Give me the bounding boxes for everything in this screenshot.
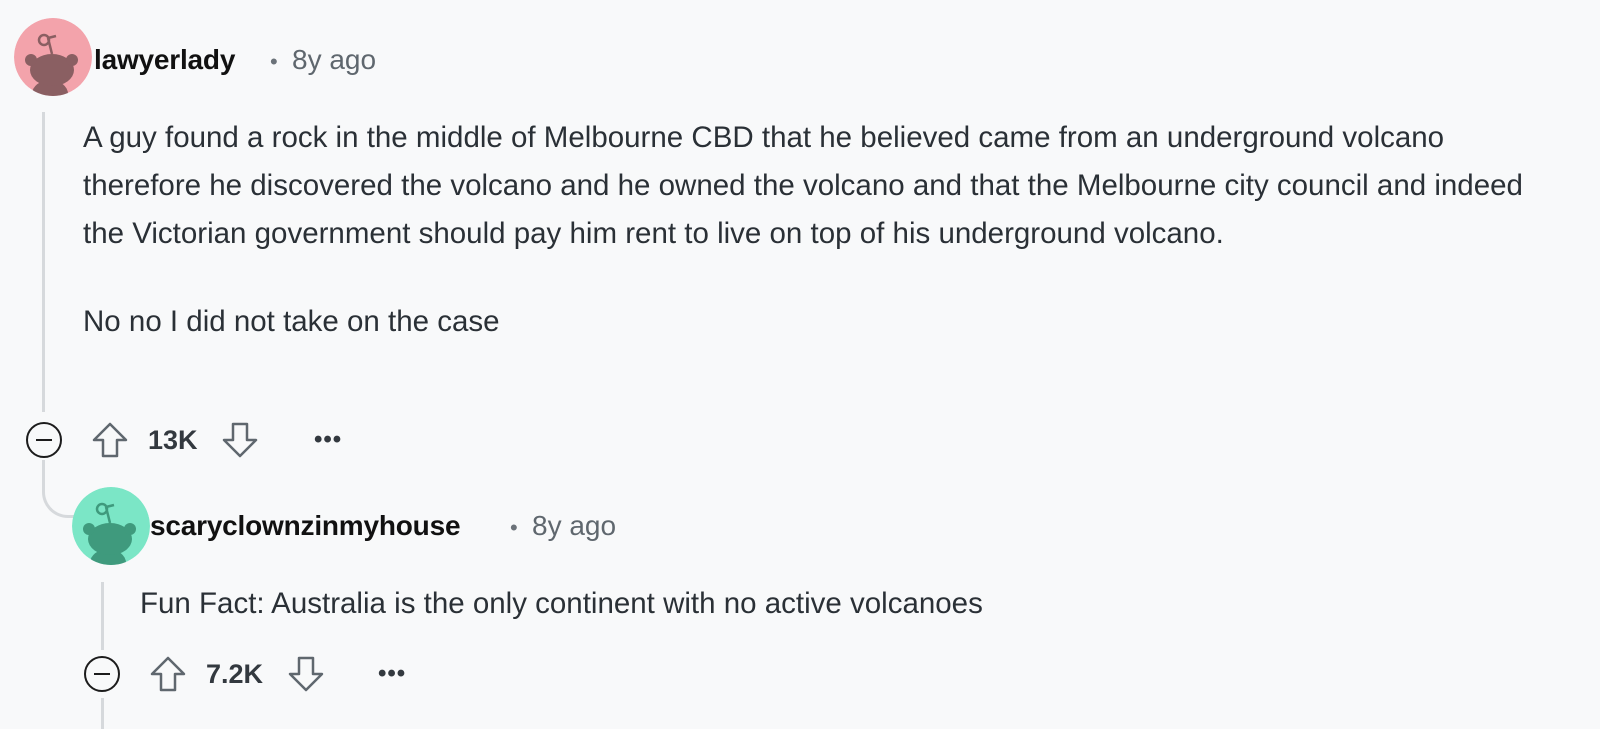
comment-body: A guy found a rock in the middle of Melb… (83, 114, 1563, 346)
comment-paragraph: A guy found a rock in the middle of Melb… (83, 121, 1523, 250)
username[interactable]: lawyerlady (94, 44, 235, 76)
avatar[interactable] (72, 487, 150, 565)
collapse-icon[interactable] (26, 422, 62, 458)
downvote-icon[interactable] (220, 420, 260, 460)
username[interactable]: scaryclownzinmyhouse (150, 510, 461, 542)
snoo-avatar-icon (14, 18, 92, 96)
comment-paragraph: Fun Fact: Australia is the only continen… (140, 587, 983, 620)
collapse-icon[interactable] (84, 656, 120, 692)
more-options-button[interactable]: ••• (378, 660, 406, 688)
timestamp[interactable]: 8y ago (292, 44, 376, 76)
vote-count: 13K (148, 425, 198, 455)
downvote-icon[interactable] (286, 654, 326, 694)
timestamp[interactable]: 8y ago (532, 510, 616, 542)
upvote-icon[interactable] (90, 420, 130, 460)
thread-line-parent[interactable] (42, 112, 45, 412)
meta-separator: • (270, 49, 278, 74)
thread-line-reply-lower (101, 698, 104, 729)
avatar[interactable] (14, 18, 92, 96)
more-options-button[interactable]: ••• (314, 426, 342, 454)
snoo-avatar-icon (72, 487, 150, 565)
meta-separator: • (510, 515, 518, 540)
thread-line-reply[interactable] (101, 582, 104, 650)
vote-count: 7.2K (206, 659, 264, 689)
comment-body: Fun Fact: Australia is the only continen… (140, 580, 1540, 628)
comment-paragraph: No no I did not take on the case (83, 305, 500, 338)
upvote-icon[interactable] (148, 654, 188, 694)
